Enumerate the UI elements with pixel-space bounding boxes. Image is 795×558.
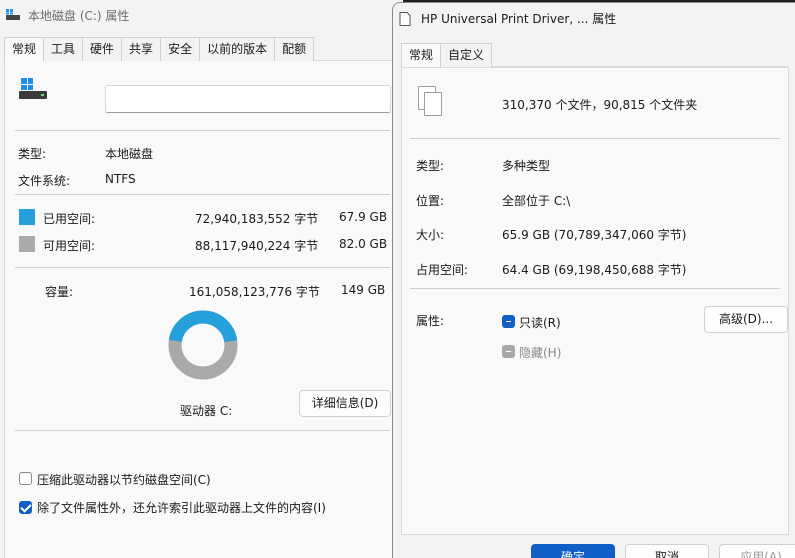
filesystem-value: NTFS [105,172,136,186]
tab-general[interactable]: 常规 [401,43,442,68]
compress-label: 压缩此驱动器以节约磁盘空间(C) [37,473,211,487]
divider [15,130,390,131]
drive-icon [6,9,20,21]
divider [15,194,390,195]
type-label: 类型: [18,147,47,161]
divider [15,267,390,268]
tab-quota[interactable]: 配额 [274,37,315,61]
free-space-bytes: 88,117,940,224 字节 [195,239,319,253]
free-space-label: 可用空间: [43,239,96,253]
tab-strip: 常规 自定义 [401,43,788,68]
tab-customize[interactable]: 自定义 [440,43,493,67]
divider [410,138,780,139]
general-panel: 310,370 个文件，90,815 个文件夹 类型: 多种类型 位置: 全部位… [401,67,789,535]
type-value: 多种类型 [502,159,551,173]
details-button[interactable]: 详细信息(D) [299,390,391,417]
type-label: 类型: [416,159,445,173]
location-label: 位置: [416,194,445,208]
size-label: 大小: [416,228,445,242]
tab-hardware[interactable]: 硬件 [82,37,123,61]
used-space-size: 67.9 GB [339,210,388,224]
tab-tools[interactable]: 工具 [43,37,84,61]
used-space-label: 已用空间: [43,212,96,226]
used-space-bytes: 72,940,183,552 字节 [195,212,319,226]
ok-button[interactable]: 确定 [531,544,615,558]
drive-label-input[interactable] [105,85,391,113]
drive-properties-window: 本地磁盘 (C:) 属性 常规 工具 硬件 共享 安全 以前的版本 配额 类型:… [0,0,403,558]
compress-checkbox[interactable] [19,472,32,485]
windows-drive-icon [19,78,49,102]
apply-button[interactable]: 应用(A) [719,544,795,558]
title-bar[interactable]: HP Universal Print Driver, ... 属性 [393,3,795,33]
multiple-files-icon [418,86,446,122]
drive-name-label: 驱动器 C: [180,404,233,418]
readonly-label: 只读(R) [519,316,561,330]
divider [15,430,390,431]
contents-summary: 310,370 个文件，90,815 个文件夹 [502,98,698,112]
filesystem-label: 文件系统: [18,174,71,188]
divider [410,288,780,289]
index-label: 除了文件属性外，还允许索引此驱动器上文件的内容(I) [37,501,326,515]
capacity-bytes: 161,058,123,776 字节 [189,285,320,299]
tab-previous-versions[interactable]: 以前的版本 [199,37,276,61]
title-bar[interactable]: 本地磁盘 (C:) 属性 [0,0,403,30]
advanced-button[interactable]: 高级(D)... [704,306,788,333]
window-title: 本地磁盘 (C:) 属性 [28,8,130,23]
free-space-swatch [19,236,35,252]
capacity-size: 149 GB [341,283,386,297]
size-value: 65.9 GB (70,789,347,060 字节) [502,228,687,242]
location-value: 全部位于 C:\ [502,194,571,208]
tab-general[interactable]: 常规 [4,37,45,62]
size-on-disk-label: 占用空间: [416,263,469,277]
usage-donut-chart [168,310,238,380]
general-panel: 类型: 本地磁盘 文件系统: NTFS 已用空间: 72,940,183,552… [4,61,401,558]
cancel-button[interactable]: 取消 [625,544,709,558]
index-checkbox[interactable] [19,501,32,514]
window-title: HP Universal Print Driver, ... 属性 [421,11,617,26]
attributes-label: 属性: [416,314,445,328]
file-icon [399,12,413,26]
tab-strip: 常规 工具 硬件 共享 安全 以前的版本 配额 [4,37,399,62]
folder-properties-window: HP Universal Print Driver, ... 属性 常规 自定义… [392,2,795,558]
free-space-size: 82.0 GB [339,237,388,251]
capacity-label: 容量: [45,285,74,299]
used-space-swatch [19,209,35,225]
size-on-disk-value: 64.4 GB (69,198,450,688 字节) [502,263,687,277]
type-value: 本地磁盘 [105,147,154,161]
tab-sharing[interactable]: 共享 [121,37,162,61]
readonly-checkbox[interactable] [502,315,515,328]
hidden-label: 隐藏(H) [519,346,562,360]
tab-security[interactable]: 安全 [160,37,201,61]
hidden-checkbox[interactable] [502,345,515,358]
